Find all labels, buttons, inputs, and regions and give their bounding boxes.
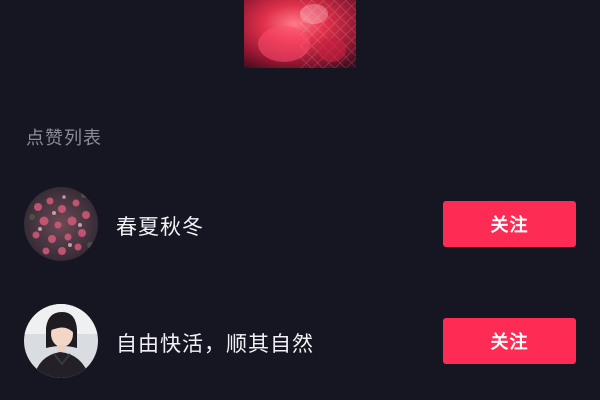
like-list-title: 点赞列表: [26, 128, 102, 149]
user-name[interactable]: 春夏秋冬: [116, 211, 204, 241]
user-name[interactable]: 自由快活，顺其自然: [116, 328, 314, 358]
list-item: 自由快活，顺其自然 关注: [0, 304, 600, 380]
person-avatar[interactable]: [24, 304, 98, 378]
list-item: 春夏秋冬 关注: [0, 187, 600, 263]
follow-button[interactable]: 关注: [443, 318, 576, 364]
flowers-avatar[interactable]: [24, 187, 98, 261]
video-cover-thumbnail[interactable]: [244, 0, 356, 68]
follow-button[interactable]: 关注: [443, 201, 576, 247]
